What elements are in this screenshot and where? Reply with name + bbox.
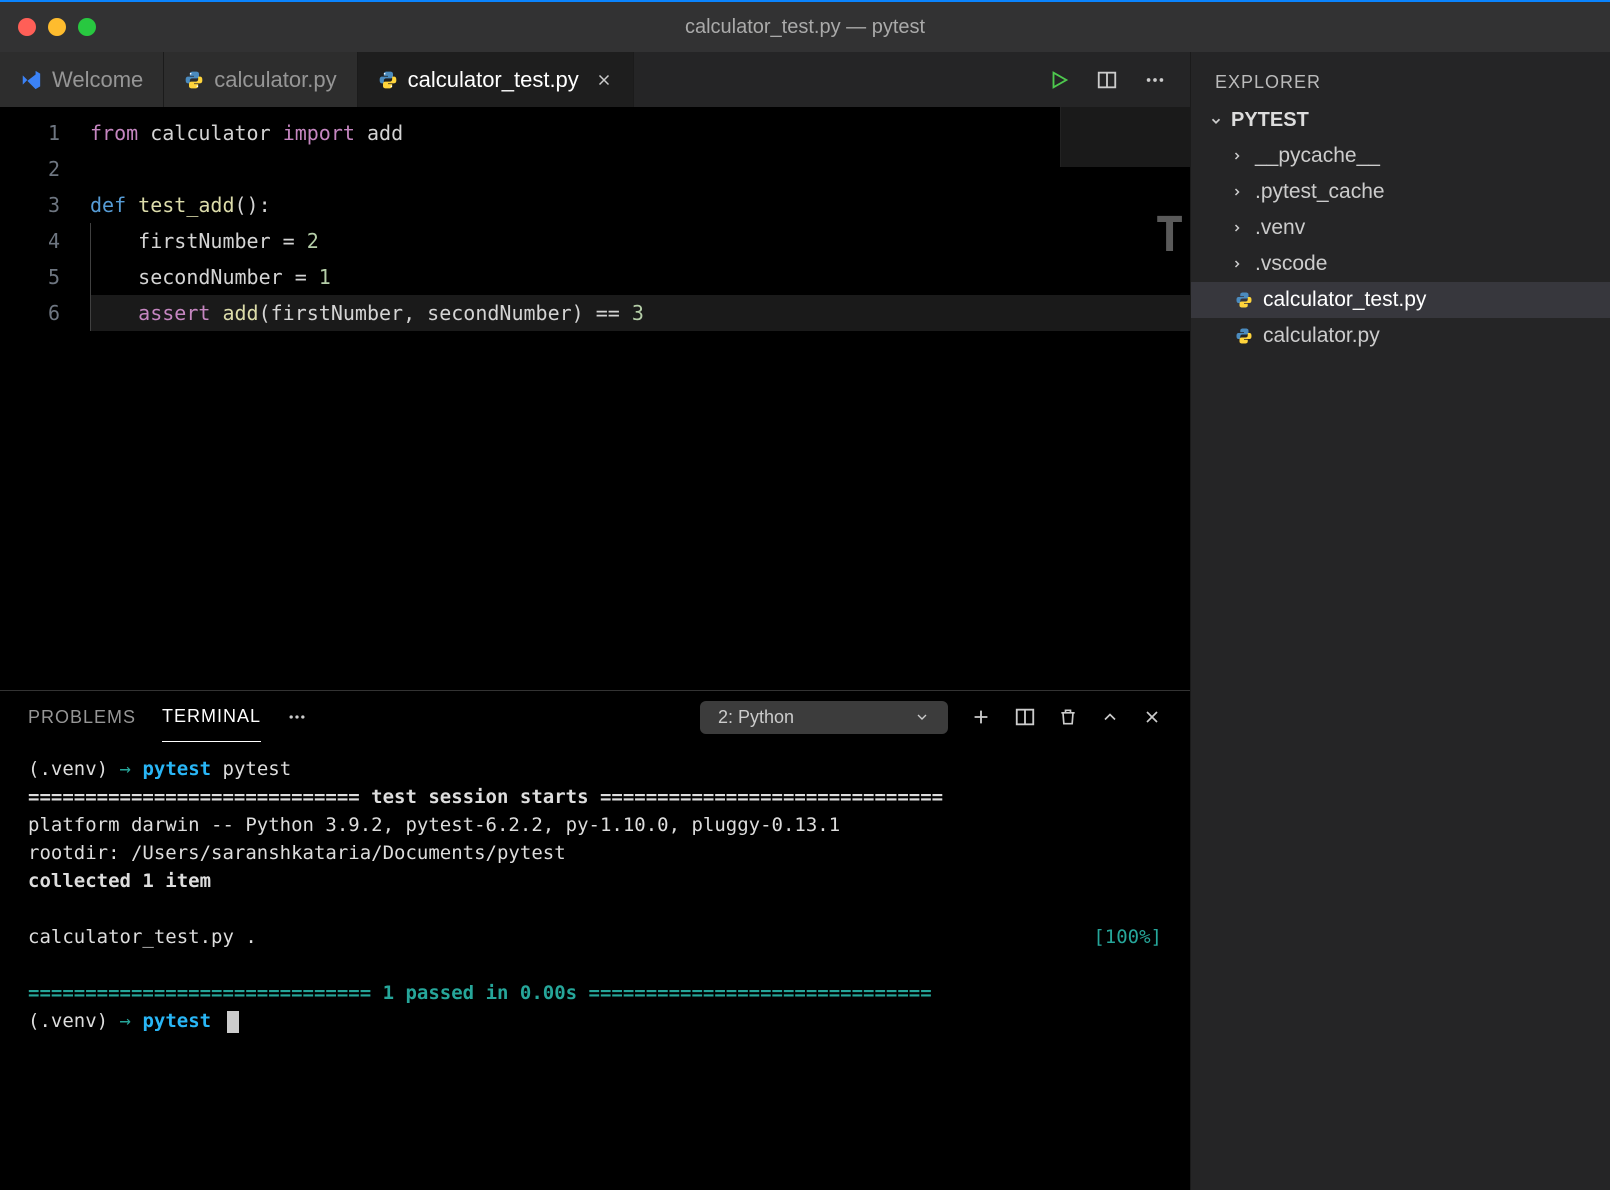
- folder-venv[interactable]: .venv: [1191, 210, 1610, 246]
- tree-label: .venv: [1255, 216, 1305, 240]
- code-line[interactable]: assert add(firstNumber, secondNumber) ==…: [90, 295, 1190, 331]
- code-content[interactable]: from calculator import add def test_add(…: [90, 107, 1190, 690]
- code-line[interactable]: secondNumber = 1: [90, 259, 1190, 295]
- explorer-sidebar: EXPLORER PYTEST __pycache__ .pytest_cach…: [1190, 52, 1610, 1190]
- editor-actions: [1024, 52, 1190, 107]
- tab-calculator[interactable]: calculator.py: [164, 52, 357, 107]
- folder-pycache[interactable]: __pycache__: [1191, 138, 1610, 174]
- new-terminal-icon[interactable]: [970, 706, 992, 728]
- tab-calculator-test[interactable]: calculator_test.py: [358, 52, 634, 107]
- terminal-line: ============================= test sessi…: [28, 783, 1162, 811]
- close-panel-icon[interactable]: [1142, 707, 1162, 727]
- tree-label: .pytest_cache: [1255, 180, 1385, 204]
- bottom-panel: PROBLEMS TERMINAL 2: Python: [0, 690, 1190, 1190]
- vscode-icon: [20, 69, 42, 91]
- terminal-line: rootdir: /Users/saranshkataria/Documents…: [28, 839, 1162, 867]
- terminal-line: (.venv) → pytest: [28, 1007, 1162, 1035]
- folder-pytest-cache[interactable]: .pytest_cache: [1191, 174, 1610, 210]
- titlebar: calculator_test.py — pytest: [0, 0, 1610, 52]
- chevron-right-icon: [1231, 222, 1245, 234]
- code-editor[interactable]: 1 2 3 4 5 6 from calculator import add d…: [0, 107, 1190, 690]
- close-tab-icon[interactable]: [595, 71, 613, 89]
- terminal-line: collected 1 item: [28, 867, 1162, 895]
- terminal-line: platform darwin -- Python 3.9.2, pytest-…: [28, 811, 1162, 839]
- panel-tab-problems[interactable]: PROBLEMS: [28, 693, 136, 742]
- terminal-selector[interactable]: 2: Python: [700, 701, 948, 734]
- line-number: 6: [0, 295, 90, 331]
- terminal-line: [28, 951, 1162, 979]
- panel-tab-terminal[interactable]: TERMINAL: [162, 692, 261, 742]
- watermark: T: [1155, 207, 1184, 263]
- terminal-cursor: [227, 1011, 239, 1033]
- code-line[interactable]: firstNumber = 2: [90, 223, 1190, 259]
- chevron-right-icon: [1231, 150, 1245, 162]
- tab-welcome[interactable]: Welcome: [0, 52, 164, 107]
- split-terminal-icon[interactable]: [1014, 706, 1036, 728]
- terminal-line: calculator_test.py .[100%]: [28, 923, 1162, 951]
- chevron-down-icon: [1209, 114, 1223, 128]
- file-tree: __pycache__ .pytest_cache .venv .vscode …: [1191, 138, 1610, 354]
- close-window-button[interactable]: [18, 18, 36, 36]
- window-title: calculator_test.py — pytest: [685, 16, 925, 39]
- terminal-line: (.venv) → pytest pytest: [28, 755, 1162, 783]
- file-calculator[interactable]: calculator.py: [1191, 318, 1610, 354]
- line-gutter: 1 2 3 4 5 6: [0, 107, 90, 690]
- line-number: 3: [0, 187, 90, 223]
- line-number: 2: [0, 151, 90, 187]
- line-number: 5: [0, 259, 90, 295]
- panel-tabbar: PROBLEMS TERMINAL 2: Python: [0, 691, 1190, 743]
- tab-label: Welcome: [52, 67, 143, 93]
- code-line[interactable]: def test_add():: [90, 187, 1190, 223]
- tree-label: calculator_test.py: [1263, 288, 1426, 312]
- chevron-down-icon: [914, 709, 930, 725]
- python-icon: [378, 70, 398, 90]
- tree-label: __pycache__: [1255, 144, 1380, 168]
- more-actions-icon[interactable]: [1144, 69, 1166, 91]
- explorer-section-header[interactable]: PYTEST: [1191, 103, 1610, 138]
- python-icon: [1235, 291, 1253, 309]
- tree-label: calculator.py: [1263, 324, 1380, 348]
- file-calculator-test[interactable]: calculator_test.py: [1191, 282, 1610, 318]
- terminal-line: ============================== 1 passed …: [28, 979, 1162, 1007]
- chevron-right-icon: [1231, 186, 1245, 198]
- line-number: 1: [0, 115, 90, 151]
- python-icon: [1235, 327, 1253, 345]
- tab-label: calculator_test.py: [408, 67, 579, 93]
- more-panel-icon[interactable]: [287, 707, 307, 727]
- minimize-window-button[interactable]: [48, 18, 66, 36]
- line-number: 4: [0, 223, 90, 259]
- tree-label: .vscode: [1255, 252, 1327, 276]
- editor-tabbar: Welcome calculator.py calculator_test.py: [0, 52, 1190, 107]
- explorer-title: EXPLORER: [1191, 52, 1610, 103]
- trash-icon[interactable]: [1058, 707, 1078, 727]
- maximize-panel-icon[interactable]: [1100, 707, 1120, 727]
- terminal-line: [28, 895, 1162, 923]
- maximize-window-button[interactable]: [78, 18, 96, 36]
- explorer-section-label: PYTEST: [1231, 109, 1309, 132]
- folder-vscode[interactable]: .vscode: [1191, 246, 1610, 282]
- terminal-selector-label: 2: Python: [718, 707, 794, 728]
- terminal-output[interactable]: (.venv) → pytest pytest ================…: [0, 743, 1190, 1190]
- traffic-lights: [0, 18, 96, 36]
- run-icon[interactable]: [1048, 69, 1070, 91]
- split-editor-icon[interactable]: [1096, 69, 1118, 91]
- code-line[interactable]: from calculator import add: [90, 115, 1190, 151]
- tab-label: calculator.py: [214, 67, 336, 93]
- minimap[interactable]: [1060, 107, 1190, 167]
- python-icon: [184, 70, 204, 90]
- code-line[interactable]: [90, 151, 1190, 187]
- chevron-right-icon: [1231, 258, 1245, 270]
